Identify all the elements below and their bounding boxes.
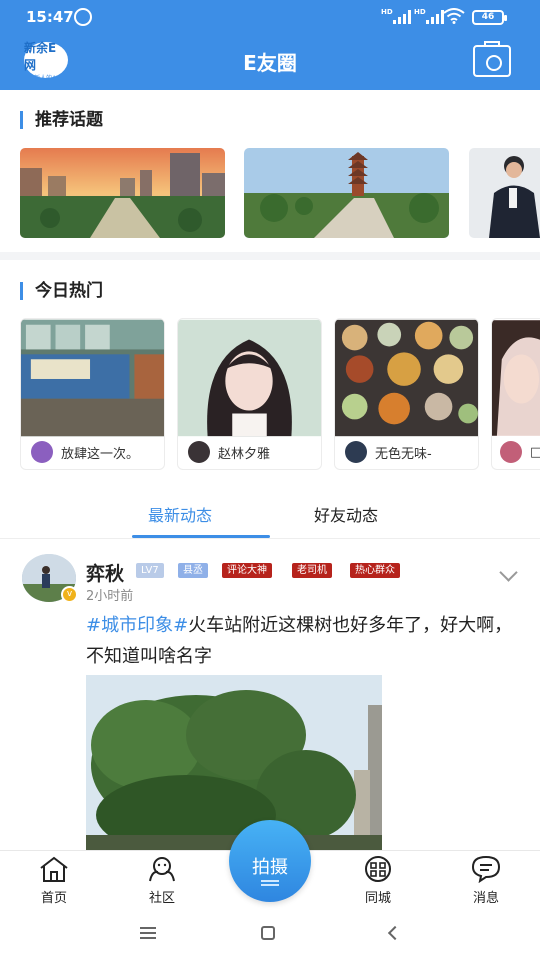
tab-friends[interactable]: 好友动态 xyxy=(314,502,378,526)
battery-icon: 46 xyxy=(472,10,507,25)
post-content: #城市印象#火车站附近这棵树也好多年了，好大啊，不知道叫啥名字 xyxy=(86,610,526,672)
page-title: E友圈 xyxy=(243,51,297,75)
post-image[interactable] xyxy=(86,675,382,850)
status-time: 15:47 xyxy=(26,8,74,26)
nav-home[interactable]: 首页 xyxy=(19,855,89,906)
city-icon xyxy=(365,856,391,882)
network-label-1: HD xyxy=(381,8,393,16)
title-badge: 老司机 xyxy=(292,563,332,578)
signal-icon-2 xyxy=(426,10,444,24)
topic-card-pagoda-park[interactable] xyxy=(244,148,449,238)
post-hashtag[interactable]: #城市印象# xyxy=(86,615,188,636)
hot-card-username: 放肆这一次。 xyxy=(61,446,140,462)
topic-image xyxy=(469,148,540,238)
camera-icon[interactable] xyxy=(473,41,511,77)
shoot-bar xyxy=(261,884,279,886)
shoot-label: 拍摄 xyxy=(252,857,288,878)
alarm-icon xyxy=(74,8,92,26)
hot-card[interactable]: 赵林夕雅 xyxy=(177,318,322,470)
hot-today-title: 今日热门 xyxy=(20,282,103,300)
nav-label: 社区 xyxy=(148,891,175,906)
verified-badge: v xyxy=(61,586,78,603)
tab-latest[interactable]: 最新动态 xyxy=(148,502,212,526)
status-bar: 15:47 HD HD 46 xyxy=(0,0,540,34)
tree-image xyxy=(86,675,382,850)
post-username[interactable]: 弈秋 xyxy=(86,559,124,586)
hot-image-girl-partial xyxy=(492,320,540,436)
topic-image xyxy=(20,148,225,238)
topic-card-city-sunset[interactable] xyxy=(20,148,225,238)
nav-label: 消息 xyxy=(472,891,499,906)
hot-card-footer: □ xyxy=(492,435,540,469)
home-icon xyxy=(40,856,68,882)
shoot-button[interactable]: 拍摄 xyxy=(229,820,311,902)
app-header: 15:47 HD HD 46 新余E网 新人的AI E友圈 xyxy=(0,0,540,90)
signal-icon-1 xyxy=(393,10,411,24)
network-label-2: HD xyxy=(414,8,426,16)
home-square-icon[interactable] xyxy=(261,926,275,940)
topic-card-businessman[interactable] xyxy=(469,148,540,238)
hot-card[interactable]: □ xyxy=(491,318,540,470)
hot-card-footer: 放肆这一次。 xyxy=(21,435,164,469)
hot-card-footer: 赵林夕雅 xyxy=(178,435,321,469)
title-badge: 热心群众 xyxy=(350,563,400,578)
community-icon xyxy=(149,857,175,882)
message-icon xyxy=(471,855,501,883)
section-divider xyxy=(0,252,540,260)
title-badge: 评论大神 xyxy=(222,563,272,578)
topic-image xyxy=(244,148,449,238)
nav-label: 同城 xyxy=(364,891,391,906)
rank-badge: 县丞 xyxy=(178,563,208,578)
nav-label: 首页 xyxy=(40,891,67,906)
post-time: 2小时前 xyxy=(86,589,134,604)
recommended-topics-title: 推荐话题 xyxy=(20,111,103,129)
hot-card[interactable]: 放肆这一次。 xyxy=(20,318,165,470)
hot-card-footer: 无色无味- xyxy=(335,435,478,469)
wifi-icon xyxy=(443,8,465,24)
hot-card-username: 赵林夕雅 xyxy=(218,446,271,462)
level-badge: LV7 xyxy=(136,563,164,578)
shoot-bar xyxy=(261,880,279,882)
hot-card-username: □ xyxy=(530,445,540,460)
avatar xyxy=(500,441,522,463)
avatar xyxy=(345,441,367,463)
hot-card-username: 无色无味- xyxy=(375,446,432,462)
nav-city[interactable]: 同城 xyxy=(343,855,413,906)
tab-divider xyxy=(0,538,540,539)
nav-messages[interactable]: 消息 xyxy=(451,855,521,906)
hot-image-girl xyxy=(178,319,321,437)
hot-card[interactable]: 无色无味- xyxy=(334,318,479,470)
menu-icon[interactable] xyxy=(140,927,156,939)
hot-image-shop xyxy=(21,319,164,437)
avatar xyxy=(31,441,53,463)
chevron-down-icon[interactable] xyxy=(499,563,518,582)
hot-image-food xyxy=(335,319,478,437)
nav-community[interactable]: 社区 xyxy=(127,855,197,906)
avatar xyxy=(188,441,210,463)
